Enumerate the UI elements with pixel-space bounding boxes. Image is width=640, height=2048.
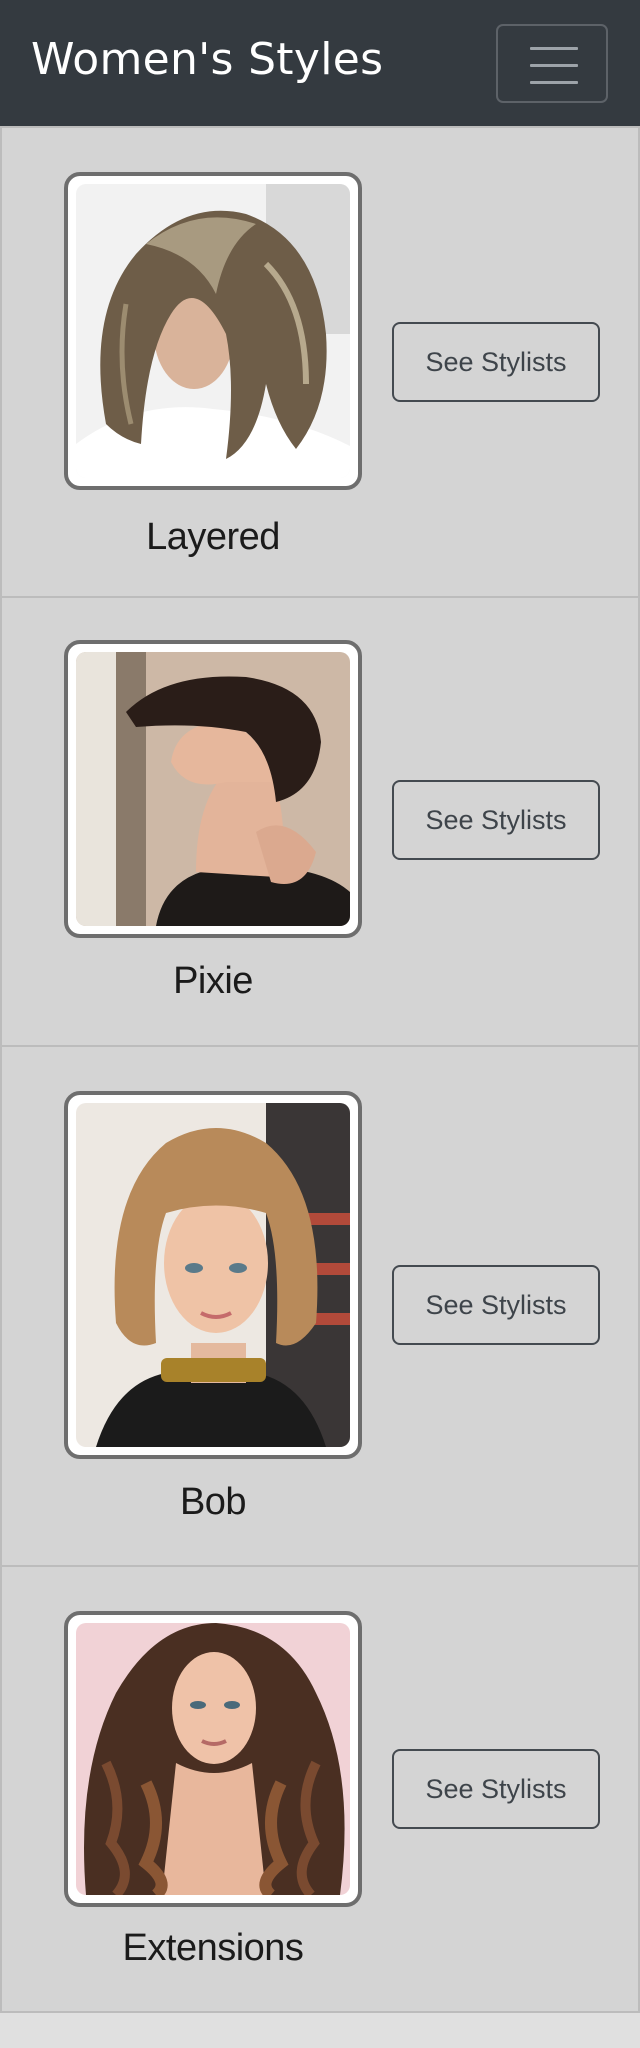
style-name: Pixie bbox=[173, 960, 253, 1002]
style-card-layered: Layered See Stylists bbox=[0, 126, 640, 598]
pixie-hair-photo bbox=[76, 652, 350, 926]
style-photo-frame bbox=[64, 1611, 362, 1907]
style-photo-frame bbox=[64, 640, 362, 938]
extensions-hair-photo bbox=[76, 1623, 350, 1895]
style-name: Bob bbox=[179, 1481, 247, 1523]
style-name: Layered bbox=[146, 516, 280, 558]
layered-hair-photo bbox=[76, 184, 350, 478]
see-stylists-button[interactable]: See Stylists bbox=[392, 780, 600, 860]
top-navbar: Women's Styles bbox=[0, 0, 640, 126]
navbar-brand[interactable]: Women's Styles bbox=[31, 28, 383, 92]
style-card-pixie: Pixie See Stylists bbox=[0, 596, 640, 1047]
see-stylists-button[interactable]: See Stylists bbox=[392, 1749, 600, 1829]
style-photo-frame bbox=[64, 172, 362, 490]
see-stylists-button[interactable]: See Stylists bbox=[392, 1265, 600, 1345]
style-card-extensions: Extensions See Stylists bbox=[0, 1565, 640, 2013]
see-stylists-button[interactable]: See Stylists bbox=[392, 322, 600, 402]
bob-hair-photo bbox=[76, 1103, 350, 1447]
style-name: Extensions bbox=[122, 1927, 304, 1969]
style-photo-frame bbox=[64, 1091, 362, 1459]
navbar-toggle-button[interactable] bbox=[496, 24, 608, 103]
style-card-bob: Bob See Stylists bbox=[0, 1045, 640, 1567]
hamburger-menu-icon bbox=[530, 47, 578, 84]
